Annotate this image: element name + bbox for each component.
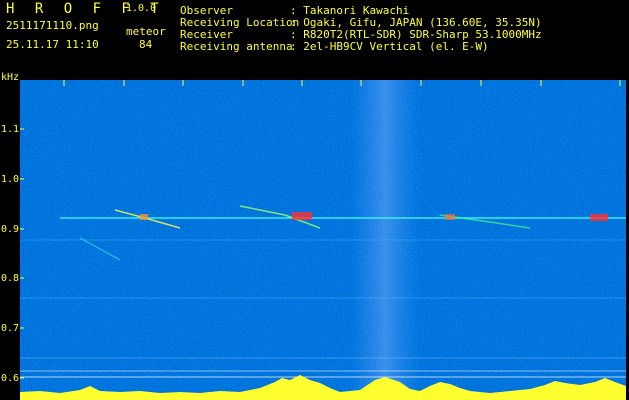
app-version: 1.0.0: [126, 3, 157, 14]
meteor-count: 84: [139, 38, 153, 51]
freq-label: 0.8: [1, 273, 20, 284]
antenna-value: : 2el-HB9CV Vertical (el. E-W): [290, 40, 489, 53]
datetime: 25.11.17 11:10: [6, 38, 99, 51]
antenna-label: Receiving antenna: [180, 40, 293, 53]
freq-label: 0.6: [1, 373, 20, 384]
freq-label: 0.7: [1, 323, 20, 334]
frequency-unit-label: kHz: [1, 72, 20, 83]
header-panel: H R O F F T 1.0.0 2511171110.png meteor …: [0, 0, 629, 78]
freq-label: 1.1: [1, 124, 20, 135]
file-name: 2511171110.png: [6, 19, 99, 32]
freq-label: 1.0: [1, 174, 20, 185]
spectrogram: [20, 80, 626, 400]
freq-label: 0.9: [1, 224, 20, 235]
meteor-label: meteor: [126, 25, 166, 38]
